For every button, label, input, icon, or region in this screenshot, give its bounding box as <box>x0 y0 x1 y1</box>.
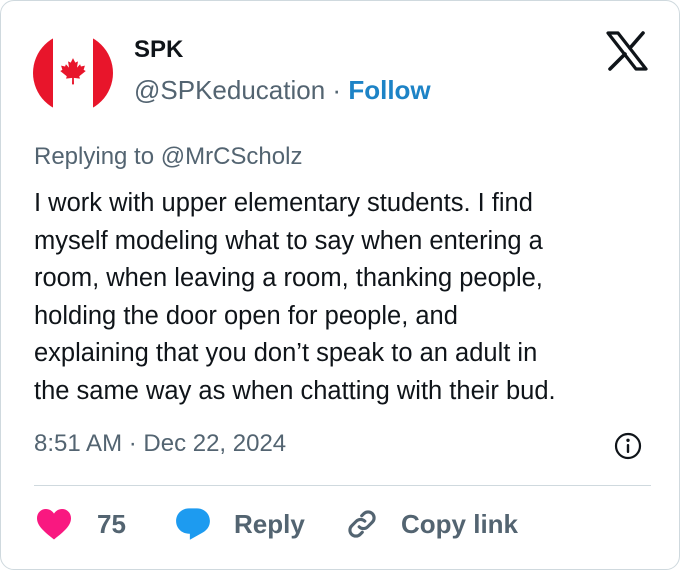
tweet-line: room, when leaving a room, thanking peop… <box>34 264 543 292</box>
timestamp[interactable]: 8:51 AM · Dec 22, 2024 <box>34 427 286 461</box>
maple-leaf-icon <box>60 58 86 85</box>
like-count: 75 <box>97 509 126 539</box>
tweet-line: the same way as when chatting with their… <box>34 376 556 405</box>
x-logo-icon[interactable] <box>605 31 649 71</box>
replying-to[interactable]: Replying to @MrCScholz <box>34 141 302 173</box>
heart-icon <box>37 509 71 540</box>
copy-link-label: Copy link <box>401 509 519 539</box>
flag-red-band <box>33 33 53 113</box>
tweet-line: myself modeling what to say when enterin… <box>34 226 543 255</box>
divider <box>34 485 651 486</box>
author-handle[interactable]: @SPKeducation <box>134 75 325 105</box>
flag-red-band <box>93 33 113 113</box>
copy-link-button[interactable]: Copy link <box>345 501 518 547</box>
follow-button[interactable]: Follow <box>348 75 430 105</box>
author-name[interactable]: SPK <box>134 35 183 65</box>
reply-bubble-icon <box>176 508 210 540</box>
tweet-card: SPK @SPKeducation · Follow Replying to @… <box>0 0 680 570</box>
tweet-text: I work with upper elementary students. I… <box>34 185 656 410</box>
avatar[interactable] <box>33 33 113 113</box>
reply-label: Reply <box>234 509 305 539</box>
like-button[interactable]: 75 <box>35 501 126 547</box>
info-icon[interactable] <box>613 431 643 461</box>
author-handle-row: @SPKeducation · Follow <box>134 73 431 107</box>
tweet-line: holding the door open for people, and <box>34 301 458 330</box>
link-icon <box>348 510 376 538</box>
tweet-line: I work with upper elementary students. I… <box>34 189 533 217</box>
reply-button[interactable]: Reply <box>174 501 305 547</box>
separator-dot: · <box>332 75 342 105</box>
tweet-line: explaining that you don’t speak to an ad… <box>34 339 538 367</box>
flag-white-band <box>53 33 93 113</box>
